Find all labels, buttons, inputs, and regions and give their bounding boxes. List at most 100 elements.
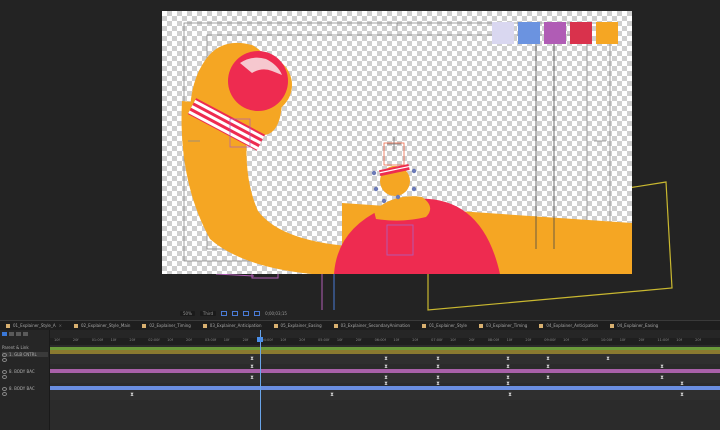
keyframe-icon[interactable]: ⧗ [384,382,388,387]
ruler-tick-label: 20f [695,338,701,342]
comp-icon [73,323,78,328]
stopwatch-icon[interactable] [2,392,7,396]
ruler-tick-label: 04:00f [261,338,273,342]
tab-02-explainer-timing[interactable]: 02_Explainer_Timing [136,323,196,328]
ruler-tick-label: 20f [186,338,192,342]
eye-icon[interactable] [2,386,7,391]
ruler-tick-label: 07:00f [431,338,443,342]
layer-row[interactable]: 8. BODY BAC [2,369,35,374]
comp-icon [6,323,10,328]
keyframe-icon[interactable]: ⧗ [250,376,254,381]
tab-label: 02_Explainer_Style_Main [80,323,131,328]
comp-icon [478,323,483,328]
keyframe-icon[interactable]: ⧗ [660,376,664,381]
keyframe-icon[interactable]: ⧗ [546,376,550,381]
keyframe-icon[interactable]: ⧗ [250,365,254,370]
ruler-tick-label: 10f [167,338,173,342]
comp-icon [610,323,615,328]
ruler-tick-label: 20f [299,338,305,342]
tab-01-explainer-style-a[interactable]: 01_Explainer_Style_A × [0,323,68,328]
swatch-orange[interactable] [596,22,618,44]
layer-panel-toolbar [2,332,28,336]
time-ruler[interactable]: 10f 20f 01:00f 10f 20f 02:00f 10f 20f 03:00f 10f 2… [50,338,720,345]
tab-label: 03_Explainer_SecondaryAnimation [340,323,411,328]
playhead-handle[interactable] [257,337,263,342]
tab-01-explainer-style[interactable]: 01_Explainer_Style [416,323,473,328]
keyframe-icon[interactable]: ⧗ [250,357,254,362]
region-of-interest-icon[interactable] [221,311,228,316]
layer-name[interactable]: 1. GLB CNTRL [9,352,37,357]
tab-05-explainer-easing[interactable]: 05_Explainer_Easing [268,323,328,328]
ruler-tick-label: 03:00f [204,338,217,342]
layer-sub-row [2,358,7,362]
swatch-blue[interactable] [518,22,540,44]
shy-layers-icon[interactable] [9,332,14,336]
zoom-dropdown[interactable]: 50% [180,311,195,316]
keyframe-icon[interactable]: ⧗ [436,382,440,387]
layer-row[interactable]: 8. BODY BAC [2,386,35,391]
timeline-panel[interactable]: 10f 20f 01:00f 10f 20f 02:00f 10f 20f 03:00f 10f 2… [50,330,720,430]
keyframe-icon[interactable]: ⧗ [384,357,388,362]
layer-name[interactable]: 8. BODY BAC [9,386,35,391]
eye-icon[interactable] [2,352,7,357]
tab-03-explainer-secondaryanimation[interactable]: 03_Explainer_SecondaryAnimation [328,323,416,328]
swatch-lavender[interactable] [492,22,514,44]
ruler-tick-label: 11:00f [657,338,669,342]
comp-artwork [181,22,632,274]
ruler-tick-label: 10f [506,338,513,342]
keyframe-icon[interactable]: ⧗ [506,382,510,387]
composition-viewer[interactable]: 50% Third 0;00;03;15 [0,0,720,318]
layer-name[interactable]: 8. BODY BAC [9,369,35,374]
ruler-tick-label: 20f [129,338,136,342]
eye-icon[interactable] [2,369,7,374]
keyframe-icon[interactable]: ⧗ [130,393,134,398]
ruler-tick-label: 09:00f [544,338,556,342]
search-icon[interactable] [2,332,7,336]
layer-sub-row [2,392,7,396]
keyframe-icon[interactable]: ⧗ [660,365,664,370]
keyframe-icon[interactable]: ⧗ [546,365,550,370]
stopwatch-icon[interactable] [2,358,7,362]
resolution-dropdown[interactable]: Third [199,311,217,316]
swatch-red[interactable] [570,22,592,44]
layer-row[interactable]: 1. GLB CNTRL [2,352,48,357]
keyframe-icon[interactable]: ⧗ [680,382,684,387]
tab-04-explainer-easing[interactable]: 04_Explainer_Easing [604,323,664,328]
tab-03-explainer-anticipation[interactable]: 03_Explainer_Anticipation [197,323,268,328]
keyframe-icon[interactable]: ⧗ [436,357,440,362]
timecode[interactable]: 0;00;03;15 [265,311,287,316]
ruler-tick-label: 20f [468,338,475,342]
work-area-bar[interactable] [50,330,720,338]
motion-blur-icon[interactable] [16,332,21,336]
comp-canvas[interactable] [162,11,632,274]
ruler-tick-label: 10f [223,338,230,342]
keyframe-icon[interactable]: ⧗ [506,357,510,362]
ruler-tick-label: 10f [336,338,343,342]
tab-label: 03_Explainer_Anticipation [209,323,262,328]
channel-icon[interactable] [254,311,261,316]
keyframe-icon[interactable]: ⧗ [384,365,388,370]
graph-editor-icon[interactable] [23,332,28,336]
keyframe-icon[interactable]: ⧗ [546,357,550,362]
tab-label: 02_Explainer_Timing [149,323,191,328]
layer-sub-row [2,375,7,379]
tab-03-explainer-timing[interactable]: 03_Explainer_Timing [473,323,533,328]
ruler-tick-label: 10f [450,338,456,342]
tab-label: 04_Explainer_Easing [617,323,659,328]
tab-04-explainer-anticipation[interactable]: 04_Explainer_Anticipation [533,323,604,328]
swatch-purple[interactable] [544,22,566,44]
tab-02-explainer-style-main[interactable]: 02_Explainer_Style_Main [68,323,136,328]
keyframe-icon[interactable]: ⧗ [436,365,440,370]
ruler-tick-label: 06:00f [374,338,386,342]
mask-visibility-icon[interactable] [243,311,250,316]
keyframe-icon[interactable]: ⧗ [508,393,512,398]
keyframe-icon[interactable]: ⧗ [680,393,684,398]
keyframe-icon[interactable]: ⧗ [330,393,334,398]
after-effects-window: 50% Third 0;00;03;15 01_Explainer_Style_… [0,0,720,430]
stopwatch-icon[interactable] [2,375,7,379]
comp-icon [333,323,338,328]
keyframe-icon[interactable]: ⧗ [506,365,510,370]
close-icon[interactable]: × [59,323,62,328]
transparency-grid-icon[interactable] [232,311,239,316]
keyframe-icon[interactable]: ⧗ [606,357,610,362]
